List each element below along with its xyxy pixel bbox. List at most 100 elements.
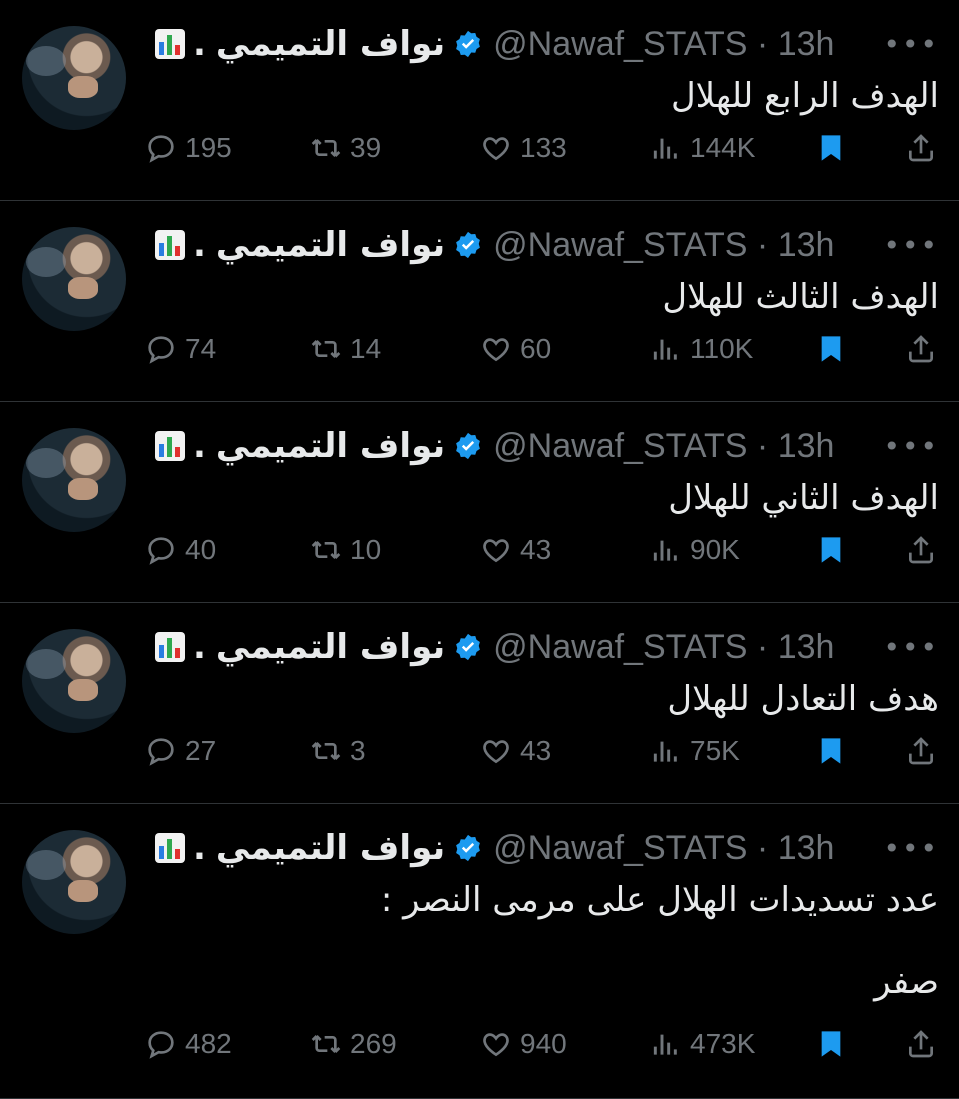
- avatar[interactable]: [22, 629, 126, 733]
- like-count: 940: [520, 1028, 567, 1059]
- reply-button[interactable]: 27: [145, 735, 216, 767]
- verified-icon: [456, 231, 481, 259]
- bookmark-button[interactable]: [815, 1028, 847, 1060]
- tweet-actions: 195 39 133 144K: [145, 132, 945, 172]
- reply-count: 482: [185, 1028, 232, 1059]
- share-button[interactable]: [905, 333, 937, 365]
- views-button[interactable]: 110K: [650, 333, 753, 365]
- verified-icon: [456, 834, 481, 862]
- share-button[interactable]: [905, 735, 937, 767]
- retweet-count: 269: [350, 1028, 397, 1059]
- reply-icon: [148, 738, 174, 766]
- share-icon: [909, 737, 933, 765]
- share-button[interactable]: [905, 1028, 937, 1060]
- retweet-button[interactable]: 39: [310, 132, 381, 164]
- tweet-text: هدف التعادل للهلال: [667, 679, 939, 719]
- like-button[interactable]: 43: [480, 735, 551, 767]
- name-dot: .: [193, 828, 206, 868]
- tweet-header: . نواف التميمي @Nawaf_STATS · 13h •••: [145, 826, 939, 870]
- tweet[interactable]: . نواف التميمي @Nawaf_STATS · 13h ••• هد…: [0, 603, 959, 804]
- avatar[interactable]: [22, 227, 126, 331]
- views-count: 473K: [690, 1028, 756, 1059]
- retweet-button[interactable]: 269: [310, 1028, 397, 1060]
- share-button[interactable]: [905, 534, 937, 566]
- like-count: 43: [520, 735, 552, 766]
- share-button[interactable]: [905, 132, 937, 164]
- bookmark-button[interactable]: [815, 534, 847, 566]
- tweet-actions: 482 269 940 473K: [145, 1028, 945, 1068]
- more-options-icon[interactable]: •••: [883, 832, 939, 865]
- avatar[interactable]: [22, 830, 126, 934]
- retweet-icon: [311, 139, 341, 157]
- display-name[interactable]: نواف التميمي: [216, 225, 445, 265]
- views-button[interactable]: 473K: [650, 1028, 755, 1060]
- name-dot: .: [193, 627, 206, 667]
- reply-button[interactable]: 482: [145, 1028, 232, 1060]
- reply-icon: [148, 336, 174, 364]
- tweet-text: الهدف الرابع للهلال: [670, 76, 939, 116]
- tweet-header: . نواف التميمي @Nawaf_STATS · 13h •••: [145, 625, 939, 669]
- more-options-icon[interactable]: •••: [883, 229, 939, 262]
- reply-icon: [148, 1031, 174, 1059]
- reply-icon: [148, 537, 174, 565]
- bookmark-button[interactable]: [815, 735, 847, 767]
- tweet[interactable]: . نواف التميمي @Nawaf_STATS · 13h ••• عد…: [0, 804, 959, 1099]
- name-dot: .: [193, 225, 206, 265]
- name-dot: .: [193, 24, 206, 64]
- timeline-feed: . نواف التميمي @Nawaf_STATS · 13h ••• ال…: [0, 0, 959, 1099]
- bookmark-button[interactable]: [815, 132, 847, 164]
- reply-button[interactable]: 195: [145, 132, 232, 164]
- verified-icon: [456, 30, 481, 58]
- tweet[interactable]: . نواف التميمي @Nawaf_STATS · 13h ••• ال…: [0, 0, 959, 201]
- handle-and-time[interactable]: @Nawaf_STATS · 13h: [493, 628, 834, 667]
- retweet-button[interactable]: 10: [310, 534, 381, 566]
- more-options-icon[interactable]: •••: [883, 430, 939, 463]
- retweet-count: 3: [350, 735, 366, 766]
- tweet[interactable]: . نواف التميمي @Nawaf_STATS · 13h ••• ال…: [0, 402, 959, 603]
- views-count: 90K: [690, 534, 740, 565]
- views-button[interactable]: 144K: [650, 132, 755, 164]
- reply-count: 74: [185, 333, 217, 364]
- like-button[interactable]: 940: [480, 1028, 567, 1060]
- retweet-button[interactable]: 14: [310, 333, 381, 365]
- avatar[interactable]: [22, 428, 126, 532]
- handle-and-time[interactable]: @Nawaf_STATS · 13h: [493, 226, 834, 265]
- views-icon: [653, 540, 677, 561]
- views-icon: [653, 339, 677, 360]
- bookmark-icon: [821, 135, 841, 161]
- bookmark-button[interactable]: [815, 333, 847, 365]
- tweet-header: . نواف التميمي @Nawaf_STATS · 13h •••: [145, 424, 939, 468]
- handle-and-time[interactable]: @Nawaf_STATS · 13h: [493, 25, 834, 64]
- display-name[interactable]: نواف التميمي: [216, 24, 445, 64]
- retweet-count: 10: [350, 534, 382, 565]
- handle-and-time[interactable]: @Nawaf_STATS · 13h: [493, 427, 834, 466]
- display-name[interactable]: نواف التميمي: [216, 828, 445, 868]
- display-name[interactable]: نواف التميمي: [216, 627, 445, 667]
- more-options-icon[interactable]: •••: [883, 631, 939, 664]
- views-icon: [653, 1034, 677, 1055]
- views-button[interactable]: 75K: [650, 735, 740, 767]
- views-button[interactable]: 90K: [650, 534, 740, 566]
- reply-count: 27: [185, 735, 217, 766]
- like-icon: [483, 338, 509, 362]
- share-icon: [909, 1030, 933, 1058]
- reply-button[interactable]: 74: [145, 333, 216, 365]
- more-options-icon[interactable]: •••: [883, 28, 939, 61]
- like-button[interactable]: 60: [480, 333, 551, 365]
- like-button[interactable]: 133: [480, 132, 567, 164]
- tweet[interactable]: . نواف التميمي @Nawaf_STATS · 13h ••• ال…: [0, 201, 959, 402]
- share-icon: [909, 536, 933, 564]
- like-icon: [483, 539, 509, 563]
- reply-button[interactable]: 40: [145, 534, 216, 566]
- like-button[interactable]: 43: [480, 534, 551, 566]
- retweet-count: 14: [350, 333, 382, 364]
- bookmark-icon: [821, 1031, 841, 1057]
- avatar[interactable]: [22, 26, 126, 130]
- views-icon: [653, 741, 677, 762]
- retweet-button[interactable]: 3: [310, 735, 366, 767]
- chart-emoji-icon: [155, 230, 185, 260]
- like-icon: [483, 740, 509, 764]
- handle-and-time[interactable]: @Nawaf_STATS · 13h: [493, 829, 834, 868]
- like-icon: [483, 1033, 509, 1057]
- display-name[interactable]: نواف التميمي: [216, 426, 445, 466]
